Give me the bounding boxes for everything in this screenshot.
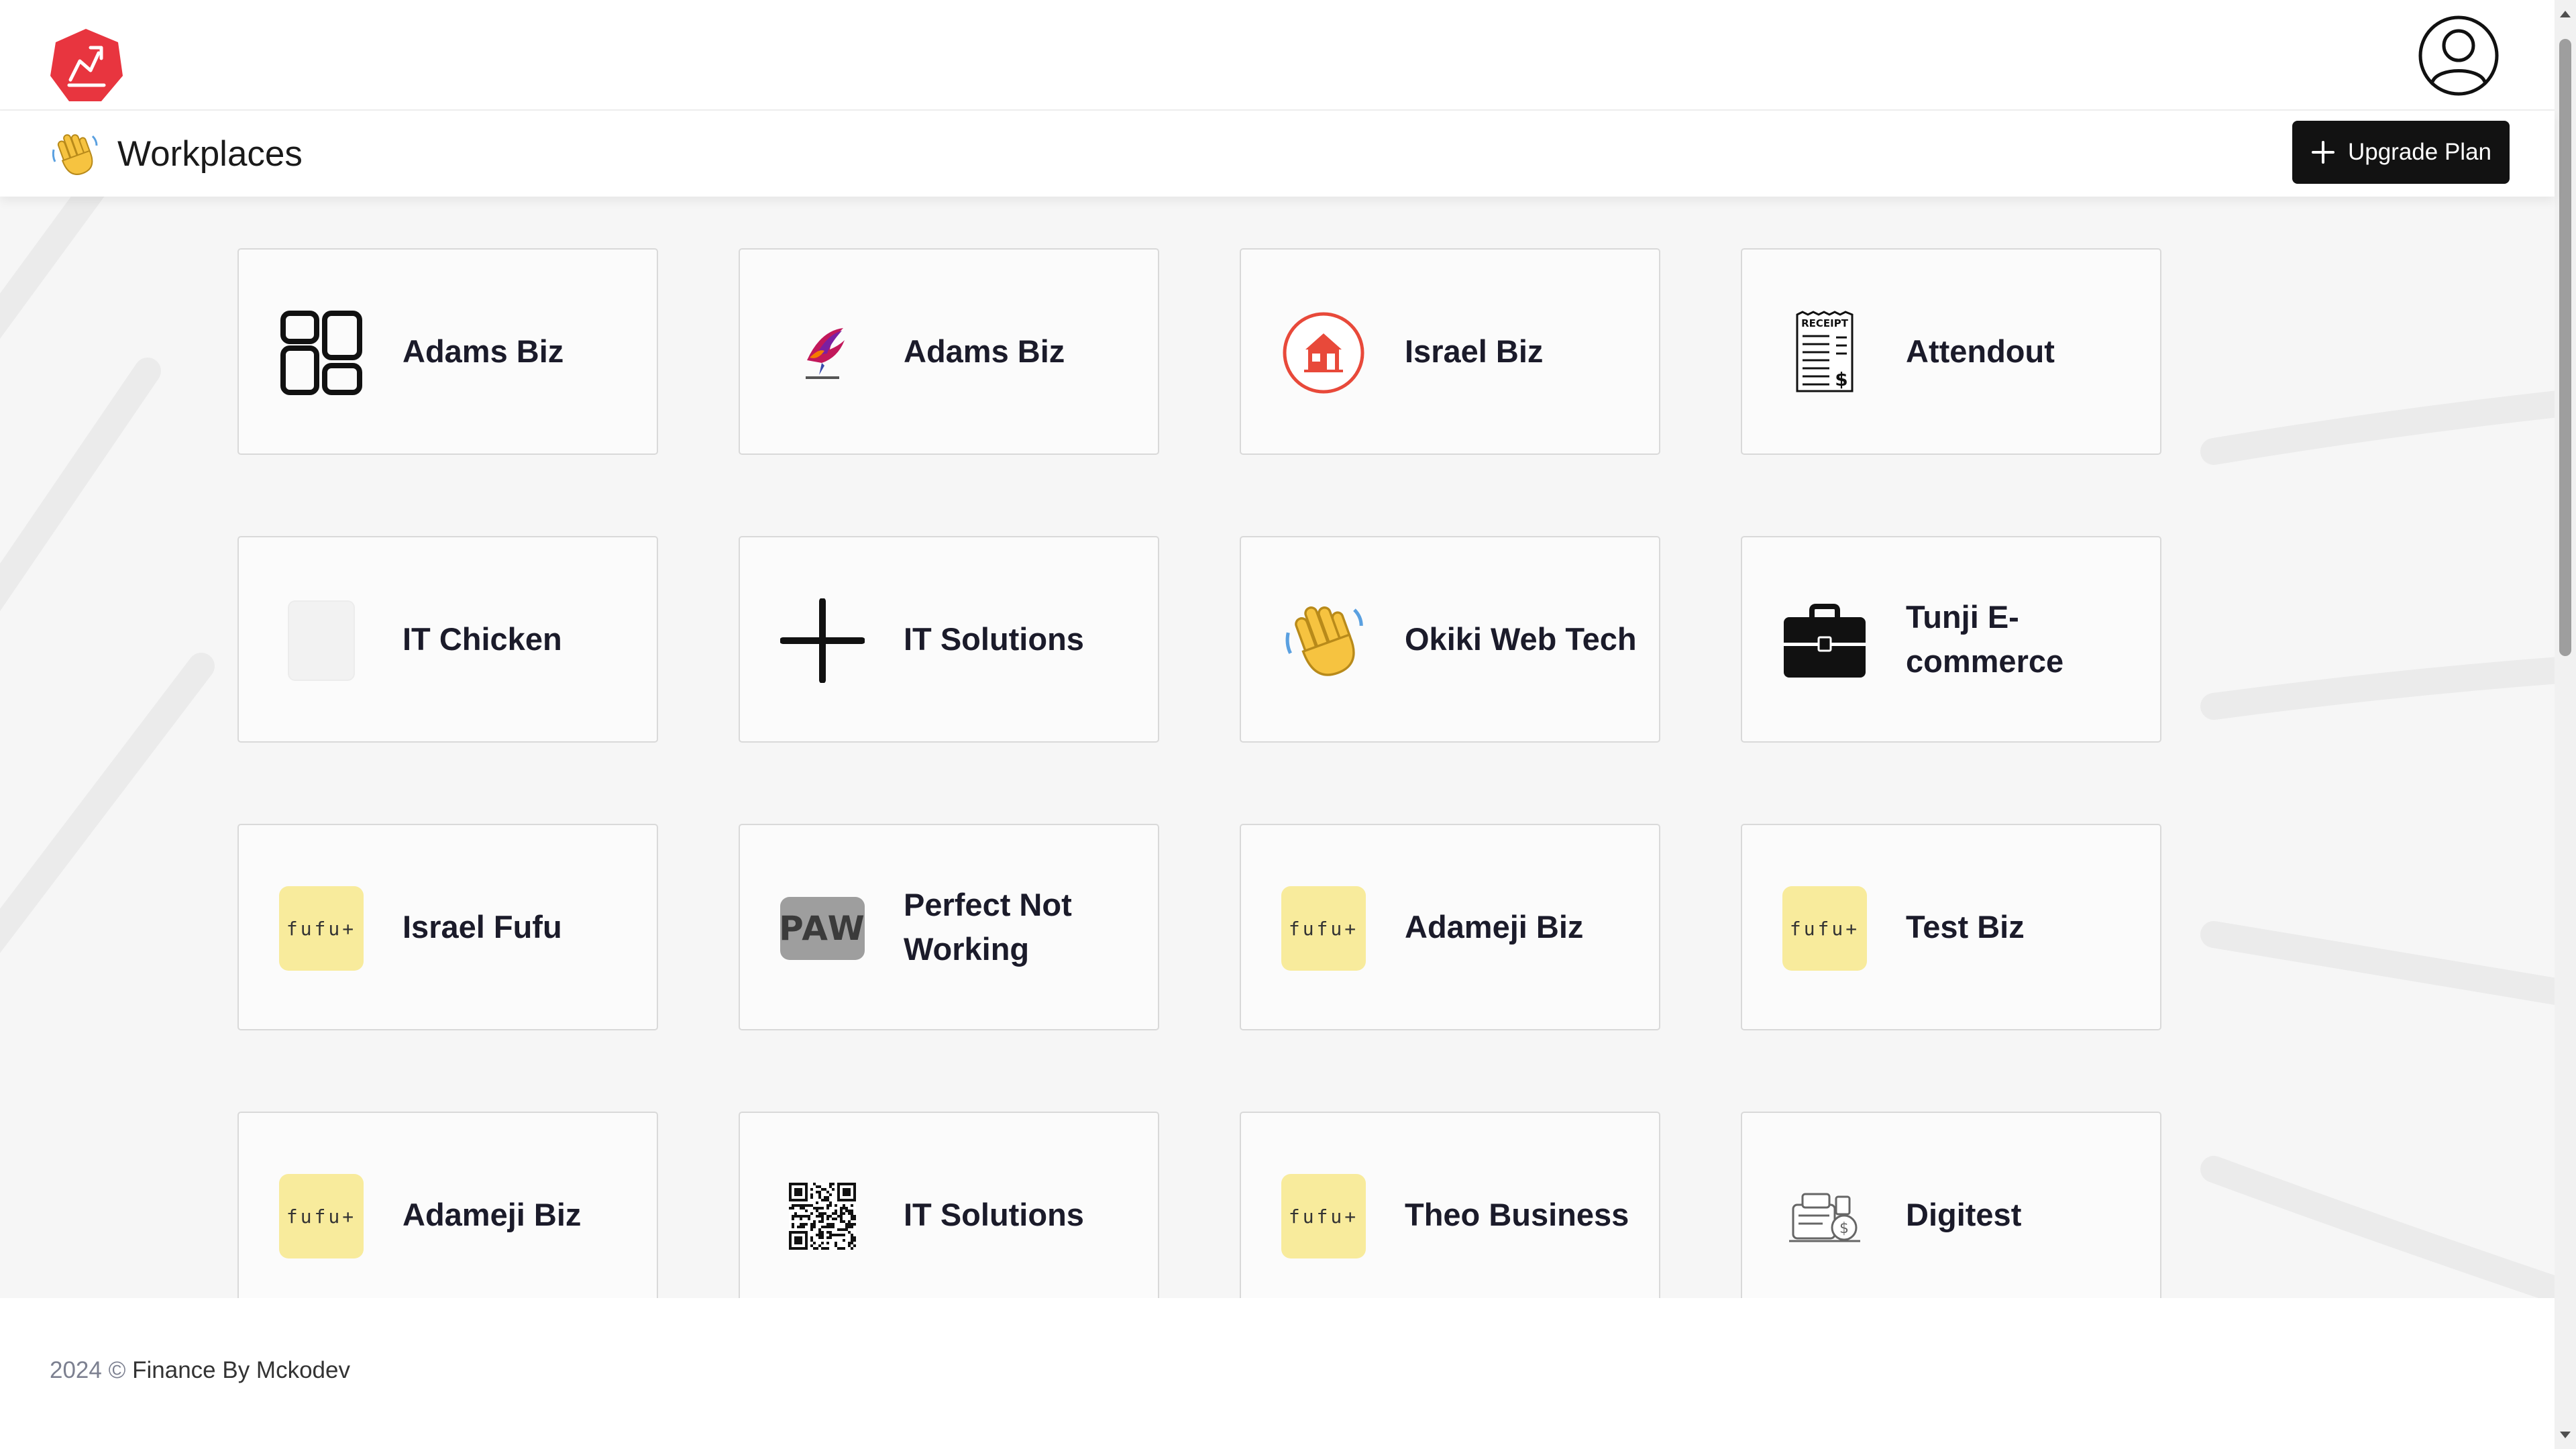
workplace-name: Israel Fufu — [402, 909, 562, 945]
dashboard-layout-icon — [279, 311, 364, 395]
workplace-card[interactable]: IT Chicken — [237, 536, 658, 743]
workplace-name: Adams Biz — [904, 333, 1065, 369]
finance-illustration-icon: $ — [1782, 1174, 1867, 1258]
workplace-name: Attendout — [1906, 333, 2055, 369]
workplace-name: IT Solutions — [904, 621, 1084, 657]
workplaces-content: Adams Biz Adams Biz Israel Biz RECEIPT $… — [0, 197, 2555, 1298]
fufu-logo-icon: fufu+ — [1782, 886, 1867, 971]
fufu-logo-text: fufu+ — [1782, 886, 1867, 971]
workplace-card[interactable]: Tunji E-commerce — [1741, 536, 2161, 743]
bird-logo-icon — [780, 311, 865, 395]
workplace-card[interactable]: Adams Biz — [739, 248, 1159, 455]
waving-hand-icon — [50, 129, 99, 179]
workplace-name: Test Biz — [1906, 909, 2025, 945]
faded-placeholder-icon — [279, 598, 364, 683]
svg-text:$: $ — [1839, 1220, 1849, 1237]
fufu-logo-icon: fufu+ — [279, 1174, 364, 1258]
workplace-name: Adameji Biz — [402, 1197, 582, 1232]
workplace-card[interactable]: fufu+ Test Biz — [1741, 824, 2161, 1030]
workplace-card[interactable]: fufu+ Adameji Biz — [1240, 824, 1660, 1030]
workplace-card[interactable]: IT Solutions — [739, 1112, 1159, 1298]
top-navbar — [0, 0, 2555, 111]
workplace-name: Adams Biz — [402, 333, 564, 369]
fufu-logo-icon: fufu+ — [279, 886, 364, 971]
workplace-card[interactable]: fufu+ Adameji Biz — [237, 1112, 658, 1298]
footer-text: 2024 © Finance By Mckodev — [50, 1357, 350, 1384]
app-logo-icon[interactable] — [49, 28, 123, 104]
workplace-card[interactable]: fufu+ Israel Fufu — [237, 824, 658, 1030]
footer-year: 2024 © — [50, 1357, 126, 1383]
vertical-scrollbar[interactable] — [2555, 0, 2576, 1449]
waving-hand-icon — [1281, 598, 1366, 683]
workplace-name: Tunji E-commerce — [1906, 599, 2064, 679]
fufu-logo-icon: fufu+ — [1281, 886, 1366, 971]
workplace-name: Okiki Web Tech — [1405, 621, 1637, 657]
workplace-name: IT Chicken — [402, 621, 562, 657]
svg-text:RECEIPT: RECEIPT — [1801, 317, 1849, 329]
fufu-logo-text: fufu+ — [279, 886, 364, 971]
workplace-name: Digitest — [1906, 1197, 2022, 1232]
fufu-logo-text: fufu+ — [279, 1174, 364, 1258]
svg-text:$: $ — [1835, 368, 1847, 390]
workplace-name: Israel Biz — [1405, 333, 1544, 369]
workplace-card[interactable]: Israel Biz — [1240, 248, 1660, 455]
paw-logo-text: PAW — [779, 897, 865, 960]
fufu-logo-text: fufu+ — [1281, 886, 1366, 971]
scroll-up-arrow-icon[interactable] — [2560, 11, 2571, 17]
workplace-card[interactable]: IT Solutions — [739, 536, 1159, 743]
receipt-icon: RECEIPT $ — [1782, 311, 1867, 395]
workplace-name: Perfect Not Working — [904, 887, 1072, 967]
qr-code-icon — [780, 1174, 865, 1258]
plus-icon — [2311, 141, 2334, 164]
scroll-down-arrow-icon[interactable] — [2560, 1432, 2571, 1438]
workplace-card[interactable]: PAW Perfect Not Working — [739, 824, 1159, 1030]
footer-credit: Finance By Mckodev — [132, 1357, 350, 1383]
footer: 2024 © Finance By Mckodev — [0, 1298, 2555, 1449]
page-header: Workplaces Upgrade Plan — [0, 111, 2555, 197]
plus-icon — [780, 598, 865, 683]
workplace-card[interactable]: fufu+ Theo Business — [1240, 1112, 1660, 1298]
workplace-card[interactable]: $ Digitest — [1741, 1112, 2161, 1298]
briefcase-icon — [1782, 598, 1867, 683]
workplace-card[interactable]: RECEIPT $ Attendout — [1741, 248, 2161, 455]
store-icon — [1281, 311, 1366, 395]
user-avatar-icon[interactable] — [2418, 15, 2500, 97]
fufu-logo-text: fufu+ — [1281, 1174, 1366, 1258]
workplace-name: IT Solutions — [904, 1197, 1084, 1232]
workplace-name: Adameji Biz — [1405, 909, 1584, 945]
paw-logo-icon: PAW — [779, 886, 865, 971]
workplace-card[interactable]: Okiki Web Tech — [1240, 536, 1660, 743]
scrollbar-thumb[interactable] — [2559, 39, 2571, 656]
upgrade-plan-label: Upgrade Plan — [2347, 139, 2492, 165]
upgrade-plan-button[interactable]: Upgrade Plan — [2292, 121, 2510, 184]
workplace-name: Theo Business — [1405, 1197, 1629, 1232]
fufu-logo-icon: fufu+ — [1281, 1174, 1366, 1258]
page-title: Workplaces — [117, 134, 303, 174]
workplace-card[interactable]: Adams Biz — [237, 248, 658, 455]
